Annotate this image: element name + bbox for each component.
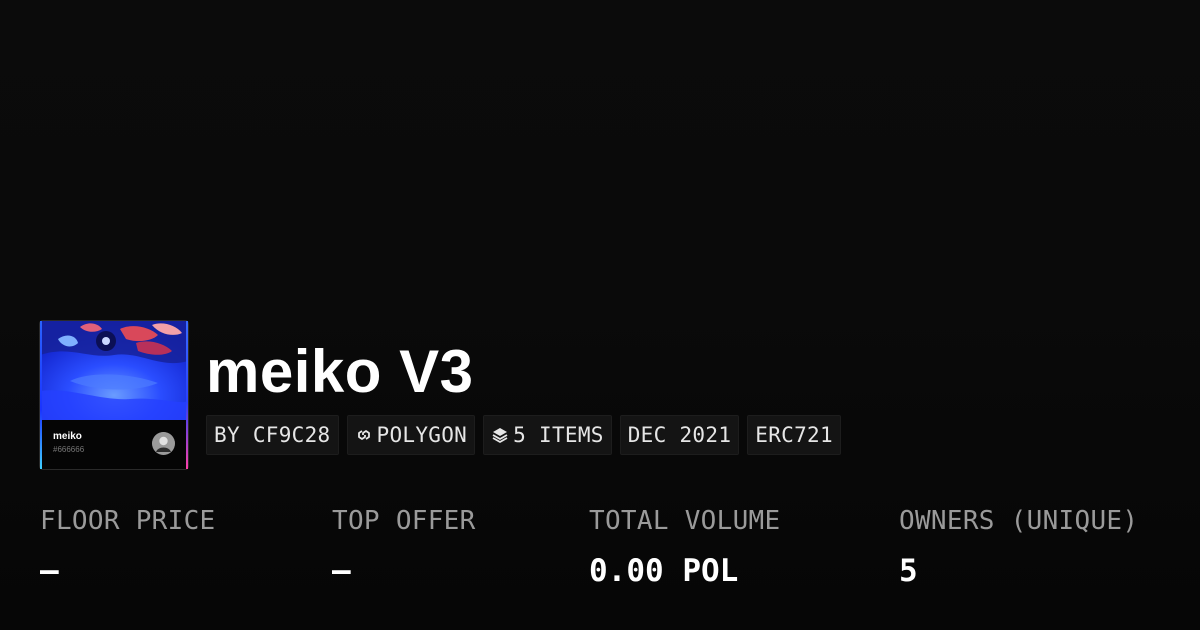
card-collection-subtitle: #666666 — [53, 445, 85, 454]
avatar-icon — [152, 432, 175, 455]
total-volume-value: 0.00 POL — [589, 553, 739, 589]
layers-icon — [491, 426, 509, 444]
items-tag-label: 5 ITEMS — [513, 423, 604, 447]
chain-tag-label: POLYGON — [376, 423, 468, 447]
date-tag: DEC 2021 — [619, 415, 740, 455]
creator-tag[interactable]: BY CF9C28 — [206, 415, 339, 455]
total-volume-label: TOTAL VOLUME — [589, 506, 781, 536]
creator-avatar[interactable] — [152, 432, 175, 455]
date-tag-label: DEC 2021 — [627, 423, 732, 447]
floor-price-value: – — [40, 553, 59, 589]
standard-tag-label: ERC721 — [755, 423, 833, 447]
owners-label: OWNERS (UNIQUE) — [899, 506, 1139, 536]
collection-artwork — [40, 321, 188, 420]
chain-tag[interactable]: POLYGON — [346, 415, 476, 455]
standard-tag: ERC721 — [747, 415, 841, 455]
top-offer-label: TOP OFFER — [332, 506, 476, 536]
creator-tag-label: BY CF9C28 — [214, 423, 331, 447]
floor-price-label: FLOOR PRICE — [40, 506, 216, 536]
collection-tags: BY CF9C28 POLYGON 5 ITEMS DEC 2021 ERC72… — [206, 415, 841, 455]
collection-title: meiko V3 — [206, 338, 474, 405]
items-tag[interactable]: 5 ITEMS — [483, 415, 612, 455]
top-offer-value: – — [332, 553, 351, 589]
polygon-link-icon — [355, 426, 373, 444]
collection-thumbnail[interactable]: meiko #666666 — [40, 321, 188, 469]
owners-value: 5 — [899, 553, 918, 589]
card-collection-name: meiko — [53, 431, 82, 442]
